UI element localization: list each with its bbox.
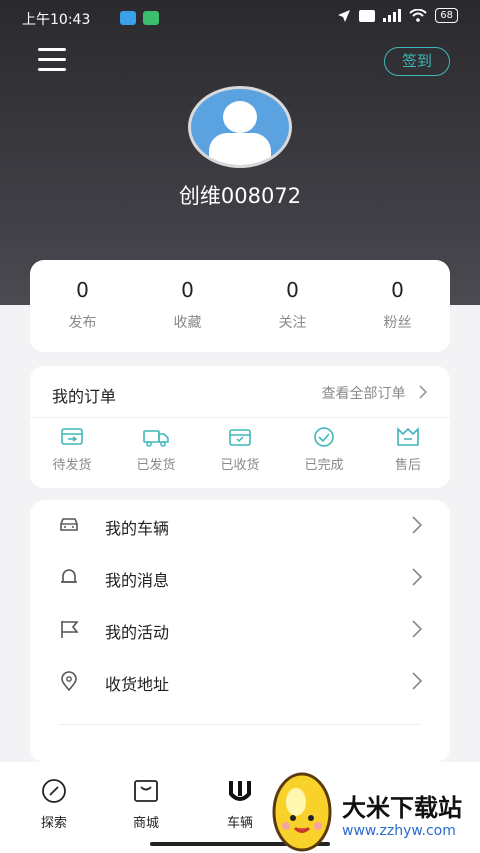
location-arrow-icon xyxy=(338,9,351,22)
tab-explore[interactable]: 探索 xyxy=(19,778,89,831)
tab-label: 探索 xyxy=(40,816,67,831)
menu-item-my-vehicles[interactable]: 我的车辆 xyxy=(30,500,450,552)
status-time: 上午10:43 xyxy=(22,12,91,28)
pending-ship-icon xyxy=(61,428,83,445)
stat-value: 0 xyxy=(76,278,89,302)
stat-label: 粉丝 xyxy=(383,315,412,331)
menu-item-label: 收货地址 xyxy=(105,675,170,694)
bell-icon xyxy=(61,569,77,583)
battery-level: 68 xyxy=(435,8,458,23)
watermark-url: www.zzhyw.com xyxy=(342,823,456,839)
watermark-text: 大米下载站 xyxy=(342,794,462,822)
divider xyxy=(30,417,450,418)
orders-card: 我的订单 查看全部订单 待发货 已发货 已收货 已完成 售后 xyxy=(30,366,450,488)
stat-favorites[interactable]: 0 收藏 xyxy=(135,278,240,332)
wifi-icon xyxy=(409,9,427,22)
chevron-right-icon xyxy=(412,620,422,638)
menu-list-card: 我的车辆 我的消息 我的活动 收货地址 xyxy=(30,500,450,762)
divider xyxy=(58,724,420,725)
tab-shop[interactable]: 商城 xyxy=(111,778,181,831)
stat-following[interactable]: 0 关注 xyxy=(240,278,345,332)
wechat-icon xyxy=(143,11,159,25)
shipped-truck-icon xyxy=(143,430,169,447)
stat-value: 0 xyxy=(391,278,404,302)
menu-item-my-messages[interactable]: 我的消息 xyxy=(30,552,450,604)
view-all-orders-label: 查看全部订单 xyxy=(321,386,406,402)
order-shipped[interactable]: 已发货 xyxy=(114,426,198,473)
stat-label: 关注 xyxy=(278,315,307,331)
watermark: 大米下载站 www.zzhyw.com xyxy=(262,768,480,853)
stat-followers[interactable]: 0 粉丝 xyxy=(345,278,450,332)
signal-icon xyxy=(383,9,402,22)
username: 创维008072 xyxy=(178,184,302,208)
chevron-right-icon xyxy=(412,568,422,586)
signin-button[interactable]: 签到 xyxy=(384,47,450,76)
order-pending-ship[interactable]: 待发货 xyxy=(30,426,114,473)
hd-icon xyxy=(359,9,376,22)
order-label: 已收货 xyxy=(220,458,260,473)
compass-icon xyxy=(42,779,66,803)
order-after-sale[interactable]: 售后 xyxy=(366,426,450,473)
shop-icon xyxy=(134,780,158,802)
menu-item-label: 我的活动 xyxy=(105,623,170,642)
view-all-orders-link[interactable]: 查看全部订单 xyxy=(322,383,428,403)
stat-label: 收藏 xyxy=(173,315,202,331)
received-box-icon xyxy=(229,429,251,446)
vehicle-brand-icon xyxy=(229,781,251,801)
tab-label: 商城 xyxy=(132,816,159,831)
car-icon xyxy=(60,518,78,531)
order-label: 待发货 xyxy=(52,458,92,473)
stat-value: 0 xyxy=(286,278,299,302)
chevron-right-icon xyxy=(412,516,422,534)
order-received[interactable]: 已收货 xyxy=(198,426,282,473)
notification-icon xyxy=(120,11,136,25)
avatar[interactable] xyxy=(188,86,292,168)
after-sale-icon xyxy=(397,427,419,446)
location-icon xyxy=(61,671,77,691)
order-completed[interactable]: 已完成 xyxy=(282,426,366,473)
orders-title: 我的订单 xyxy=(52,387,117,406)
stat-publish[interactable]: 0 发布 xyxy=(30,278,135,332)
chevron-right-icon xyxy=(412,672,422,690)
status-bar: 上午10:43 68 xyxy=(0,0,480,36)
order-label: 已完成 xyxy=(304,458,344,473)
order-label: 售后 xyxy=(394,458,421,473)
chevron-right-icon xyxy=(419,385,428,399)
menu-item-label: 我的车辆 xyxy=(105,519,170,538)
menu-button[interactable] xyxy=(38,46,66,72)
menu-item-my-activities[interactable]: 我的活动 xyxy=(30,604,450,656)
flag-icon xyxy=(61,621,79,638)
mascot-logo-icon xyxy=(272,772,332,852)
stats-card: 0 发布 0 收藏 0 关注 0 粉丝 xyxy=(30,260,450,352)
stat-label: 发布 xyxy=(68,315,97,331)
menu-item-label: 我的消息 xyxy=(105,571,170,590)
stat-value: 0 xyxy=(181,278,194,302)
order-label: 已发货 xyxy=(136,458,176,473)
completed-check-icon xyxy=(314,427,334,447)
menu-item-shipping-address[interactable]: 收货地址 xyxy=(30,656,450,708)
